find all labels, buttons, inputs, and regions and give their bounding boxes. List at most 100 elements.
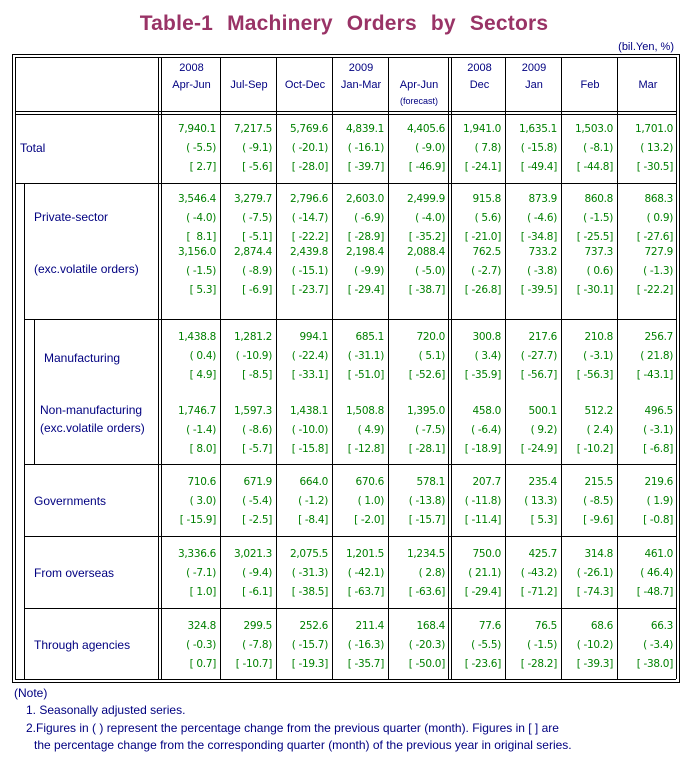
yoy-change: [ -11.4]: [464, 514, 502, 526]
yoy-change: [ -0.8]: [643, 514, 673, 526]
yoy-change: [ -56.3]: [576, 369, 614, 381]
yoy-change: [ -35.9]: [464, 369, 502, 381]
yoy-change: [ -5.6]: [242, 161, 272, 173]
order-value: 1,746.7: [178, 405, 216, 417]
yoy-change: [ 5.3]: [189, 284, 217, 296]
order-value: 7,217.5: [234, 123, 272, 135]
order-value: 1,597.3: [234, 405, 272, 417]
column-header: 2008 Dec: [454, 60, 505, 94]
order-value: 2,499.9: [407, 193, 445, 205]
qoq-change: ( -0.3): [186, 639, 216, 651]
row-divider: [15, 183, 676, 184]
order-value: 1,941.0: [463, 123, 501, 135]
qoq-change: ( 3.0): [189, 495, 217, 507]
order-value: 727.9: [644, 246, 673, 258]
qoq-change: ( -16.3): [347, 639, 385, 651]
qoq-change: ( -9.9): [354, 265, 384, 277]
yoy-change: [ -26.8]: [464, 284, 502, 296]
yoy-change: [ -5.7]: [242, 443, 272, 455]
column-year: [278, 60, 332, 77]
column-header: Apr-Jun (forecast): [390, 60, 448, 108]
qoq-change: ( -1.5): [186, 265, 216, 277]
qoq-change: ( -31.3): [291, 567, 329, 579]
qoq-change: ( 5.1): [418, 350, 446, 362]
yoy-change: [ -6.9]: [242, 284, 272, 296]
qoq-change: ( -5.0): [415, 265, 445, 277]
yoy-change: [ -30.5]: [636, 161, 674, 173]
order-value: 252.6: [299, 620, 328, 632]
outer-border: [679, 54, 680, 683]
order-value: 1,503.0: [575, 123, 613, 135]
yoy-change: [ -39.5]: [520, 284, 558, 296]
qoq-change: ( -26.1): [576, 567, 614, 579]
order-value: 4,405.6: [407, 123, 445, 135]
yoy-change: [ -28.2]: [520, 658, 558, 670]
qoq-change: ( 1.9): [646, 495, 674, 507]
order-value: 873.9: [528, 193, 557, 205]
qoq-change: ( -22.4): [291, 350, 329, 362]
order-value: 3,021.3: [234, 548, 272, 560]
yoy-change: [ -15.7]: [408, 514, 446, 526]
order-value: 1,201.5: [346, 548, 384, 560]
yoy-change: [ -49.4]: [520, 161, 558, 173]
order-value: 1,635.1: [519, 123, 557, 135]
yoy-change: [ -38.7]: [408, 284, 446, 296]
qoq-change: ( 9.2): [530, 424, 558, 436]
yoy-change: [ -23.7]: [291, 284, 329, 296]
order-value: 3,336.6: [178, 548, 216, 560]
order-value: 299.5: [243, 620, 272, 632]
row-divider: [24, 464, 676, 465]
label-divider: [158, 57, 159, 679]
yoy-change: [ -43.1]: [636, 369, 674, 381]
qoq-change: ( -7.8): [242, 639, 272, 651]
yoy-change: [ -52.6]: [408, 369, 446, 381]
yoy-change: [ -50.0]: [408, 658, 446, 670]
qoq-change: ( 13.2): [640, 142, 673, 154]
column-header: Oct-Dec: [278, 60, 332, 94]
row-label: Manufacturing: [44, 351, 121, 365]
order-value: 578.1: [416, 476, 445, 488]
column-header: 2009 Jan: [507, 60, 561, 94]
outer-border: [12, 54, 679, 55]
row-label-sub: (exc.volatile orders): [40, 421, 145, 435]
order-value: 68.6: [590, 620, 613, 632]
qoq-change: ( -20.3): [408, 639, 446, 651]
order-value: 710.6: [187, 476, 216, 488]
qoq-change: ( -2.7): [471, 265, 501, 277]
order-value: 324.8: [187, 620, 216, 632]
order-value: 685.1: [355, 331, 384, 343]
indent-line: [24, 183, 25, 679]
outer-border: [12, 54, 13, 682]
column-year: [222, 60, 276, 77]
yoy-change: [ -33.1]: [291, 369, 329, 381]
header-divider: [15, 111, 676, 112]
column-year: 2008: [179, 62, 204, 74]
qoq-change: ( -27.7): [520, 350, 558, 362]
qoq-change: ( -7.1): [186, 567, 216, 579]
yoy-change: [ -6.1]: [242, 586, 272, 598]
column-period: Apr-Jun: [172, 79, 211, 91]
column-period: Jan: [525, 79, 543, 91]
row-divider: [24, 319, 676, 320]
column-divider: [561, 57, 562, 679]
row-label: Through agencies: [34, 638, 131, 652]
qoq-change: ( -5.5): [471, 639, 501, 651]
qoq-change: ( -6.4): [471, 424, 501, 436]
order-value: 207.7: [472, 476, 501, 488]
row-label: Total: [20, 141, 46, 155]
column-period: Jul-Sep: [230, 79, 268, 91]
column-divider: [276, 57, 277, 679]
qoq-change: ( -1.5): [527, 639, 557, 651]
order-value: 458.0: [472, 405, 501, 417]
yoy-change: [ -56.7]: [520, 369, 558, 381]
order-value: 671.9: [243, 476, 272, 488]
yoy-change: [ -2.0]: [354, 514, 384, 526]
yoy-change: [ 8.0]: [189, 443, 217, 455]
order-value: 425.7: [528, 548, 557, 560]
column-period: Apr-Jun: [399, 79, 439, 91]
qoq-change: ( -5.5): [186, 142, 216, 154]
order-value: 66.3: [650, 620, 673, 632]
order-value: 915.8: [472, 193, 501, 205]
order-value: 737.3: [584, 246, 613, 258]
yoy-change: [ -10.7]: [235, 658, 273, 670]
